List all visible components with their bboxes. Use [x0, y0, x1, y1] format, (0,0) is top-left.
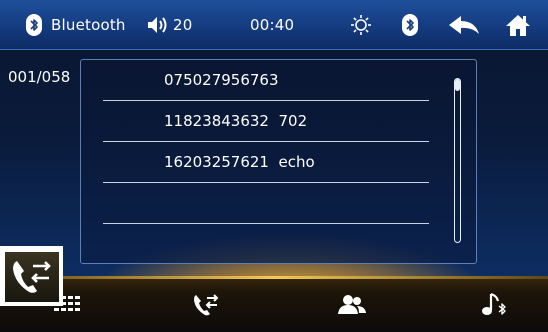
back-arrow-icon: [449, 16, 479, 34]
call-log-icon: [13, 261, 51, 293]
brightness-icon: [351, 15, 371, 35]
contacts-button[interactable]: [336, 290, 368, 320]
call-log-list: 075027956763 11823843632 702 16203257621…: [80, 59, 477, 264]
call-transfer-icon: [194, 294, 219, 316]
bluetooth-icon: [402, 14, 418, 36]
list-item-number: 075027956763: [164, 71, 279, 89]
bluetooth-button[interactable]: [402, 0, 418, 50]
list-item-number: 16203257621 echo: [164, 153, 315, 171]
scrollbar[interactable]: [454, 78, 461, 243]
record-counter: 001/058: [8, 68, 71, 86]
scrollbar-thumb[interactable]: [455, 79, 460, 91]
contacts-icon: [338, 295, 366, 314]
home-button[interactable]: [505, 0, 531, 50]
call-log-button-inner: [5, 252, 59, 302]
transfer-call-button[interactable]: [190, 290, 222, 320]
bluetooth-status: Bluetooth: [26, 0, 126, 50]
home-icon: [506, 15, 530, 36]
bottom-bar-glow: [0, 276, 548, 279]
brightness-button[interactable]: [350, 0, 372, 50]
bluetooth-call-log-screen: Bluetooth 20 00:40 001/058 075027956763 …: [0, 0, 548, 332]
bt-music-button[interactable]: [478, 290, 510, 320]
list-item[interactable]: 075027956763: [103, 60, 429, 101]
list-item[interactable]: 11823843632 702: [103, 101, 429, 142]
clock: 00:40: [250, 0, 294, 50]
list-item[interactable]: 16203257621 echo: [103, 142, 429, 183]
status-bar: Bluetooth 20 00:40: [0, 0, 548, 50]
volume-indicator[interactable]: 20: [146, 0, 193, 50]
bottom-nav-bar: [0, 276, 548, 332]
call-log-button[interactable]: [0, 246, 63, 306]
volume-value: 20: [173, 16, 193, 34]
bluetooth-icon: [26, 14, 42, 36]
back-button[interactable]: [447, 0, 481, 50]
speaker-icon: [148, 17, 167, 33]
bluetooth-music-icon: [482, 292, 506, 315]
list-item[interactable]: [103, 183, 429, 224]
list-item-number: 11823843632 702: [164, 112, 308, 130]
source-label: Bluetooth: [51, 16, 126, 34]
clock-text: 00:40: [250, 16, 295, 34]
